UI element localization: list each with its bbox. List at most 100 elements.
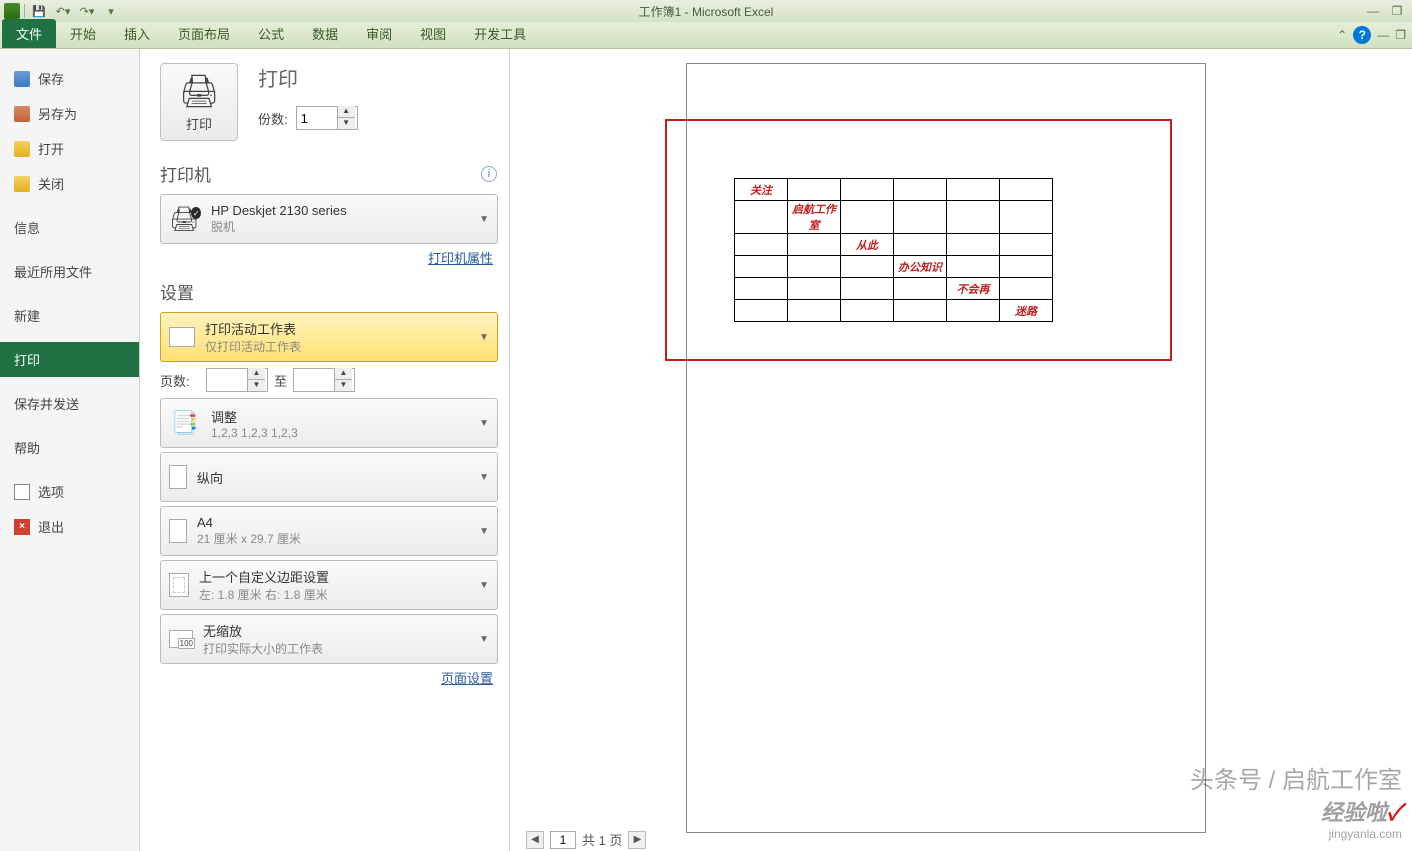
page-setup-link[interactable]: 页面设置 [441, 671, 493, 686]
scaling-dropdown[interactable]: 无缩放 打印实际大小的工作表 ▼ [160, 614, 498, 664]
scale-title: 无缩放 [203, 621, 469, 640]
watermark-line1: 头条号 / 启航工作室 [1190, 760, 1402, 795]
save-icon[interactable]: 💾 [29, 2, 49, 20]
restore-button[interactable]: ❐ [1386, 3, 1408, 19]
margins-icon [169, 573, 189, 597]
qat-customize-icon[interactable]: ▾ [101, 2, 121, 20]
info-icon[interactable]: i [481, 166, 497, 182]
collate-dropdown[interactable]: 调整 1,2,3 1,2,3 1,2,3 ▼ [160, 398, 498, 448]
chevron-down-icon: ▼ [479, 332, 489, 343]
undo-icon[interactable]: ↶▾ [53, 2, 73, 20]
print-what-dropdown[interactable]: 打印活动工作表 仅打印活动工作表 ▼ [160, 312, 498, 362]
printer-properties-link[interactable]: 打印机属性 [428, 251, 493, 266]
ribbon-minimize-icon[interactable]: ⌃ [1337, 28, 1347, 42]
nav-open[interactable]: 打开 [0, 131, 139, 166]
copies-input[interactable] [297, 111, 337, 126]
current-page-input[interactable] [550, 831, 576, 849]
redo-icon[interactable]: ↷▾ [77, 2, 97, 20]
tab-page-layout[interactable]: 页面布局 [164, 19, 244, 48]
nav-options-label: 选项 [38, 482, 64, 501]
tab-developer[interactable]: 开发工具 [460, 19, 540, 48]
chevron-down-icon: ▼ [479, 214, 489, 225]
printer-dropdown[interactable]: ✓ HP Deskjet 2130 series 脱机 ▼ [160, 194, 498, 244]
sheet-icon [169, 327, 195, 347]
pages-to[interactable]: ▲▼ [293, 368, 355, 392]
chevron-down-icon: ▼ [479, 418, 489, 429]
print-what-sub: 仅打印活动工作表 [205, 338, 469, 355]
tab-review[interactable]: 审阅 [352, 19, 406, 48]
cell: 启航工作室 [788, 201, 841, 234]
nav-recent-label: 最近所用文件 [14, 262, 92, 281]
page-total: 共 1 页 [582, 830, 622, 849]
help-icon[interactable]: ? [1353, 26, 1371, 44]
nav-save[interactable]: 保存 [0, 61, 139, 96]
pages-to-input[interactable] [294, 373, 334, 388]
print-title: 打印 [258, 63, 358, 92]
nav-saveas-label: 另存为 [38, 104, 77, 123]
workbook-minimize-icon[interactable]: — [1377, 28, 1389, 42]
next-page-button[interactable]: ▶ [628, 831, 646, 849]
print-button-label: 打印 [186, 114, 212, 133]
nav-save-as[interactable]: 另存为 [0, 96, 139, 131]
print-what-title: 打印活动工作表 [205, 319, 469, 338]
quick-access-toolbar: 💾 ↶▾ ↷▾ ▾ [0, 2, 121, 20]
margins-dropdown[interactable]: 上一个自定义边距设置 左: 1.8 厘米 右: 1.8 厘米 ▼ [160, 560, 498, 610]
copies-label: 份数: [258, 109, 288, 128]
nav-save-label: 保存 [38, 69, 64, 88]
chevron-down-icon: ▼ [479, 526, 489, 537]
settings-section-title: 设置 [160, 279, 497, 304]
pages-from[interactable]: ▲▼ [206, 368, 268, 392]
excel-icon[interactable] [4, 3, 20, 19]
tab-data[interactable]: 数据 [298, 19, 352, 48]
margins-title: 上一个自定义边距设置 [199, 567, 469, 586]
printer-name: HP Deskjet 2130 series [211, 203, 469, 218]
nav-new-label: 新建 [14, 306, 40, 325]
nav-save-send[interactable]: 保存并发送 [0, 386, 139, 421]
save-icon [14, 71, 30, 87]
print-button[interactable]: 🖨 打印 [160, 63, 238, 141]
nav-open-label: 打开 [38, 139, 64, 158]
printer-section-title: 打印机 i [160, 161, 497, 186]
workbook-restore-icon[interactable]: ❐ [1395, 28, 1406, 42]
scale-sub: 打印实际大小的工作表 [203, 640, 469, 657]
margins-sub: 左: 1.8 厘米 右: 1.8 厘米 [199, 586, 469, 603]
nav-new[interactable]: 新建 [0, 298, 139, 333]
tab-home[interactable]: 开始 [56, 19, 110, 48]
nav-help[interactable]: 帮助 [0, 430, 139, 465]
tab-file[interactable]: 文件 [2, 19, 56, 48]
window-controls: — ❐ [1362, 3, 1408, 19]
copies-spinner[interactable]: ▲▼ [296, 106, 358, 130]
watermark: 头条号 / 启航工作室 经验啦✓ jingyanla.com [1190, 760, 1402, 841]
nav-exit[interactable]: ×退出 [0, 509, 139, 544]
nav-info[interactable]: 信息 [0, 210, 139, 245]
nav-savesend-label: 保存并发送 [14, 394, 79, 413]
tab-formulas[interactable]: 公式 [244, 19, 298, 48]
paper-size-dropdown[interactable]: A4 21 厘米 x 29.7 厘米 ▼ [160, 506, 498, 556]
pages-from-input[interactable] [207, 373, 247, 388]
minimize-button[interactable]: — [1362, 3, 1384, 19]
nav-options[interactable]: 选项 [0, 474, 139, 509]
nav-print[interactable]: 打印 [0, 342, 139, 377]
orientation-icon [169, 465, 187, 489]
pages-to-label: 至 [274, 371, 287, 390]
page-navigation: ◀ 共 1 页 ▶ [526, 830, 646, 849]
tab-insert[interactable]: 插入 [110, 19, 164, 48]
tab-view[interactable]: 视图 [406, 19, 460, 48]
nav-exit-label: 退出 [38, 517, 64, 536]
options-icon [14, 484, 30, 500]
preview-table: 关注 启航工作室 从此 办公知识 不会再 迷路 [734, 178, 1053, 322]
nav-recent[interactable]: 最近所用文件 [0, 254, 139, 289]
printer-icon: 🖨 [179, 72, 220, 110]
copies-down[interactable]: ▼ [337, 118, 355, 130]
nav-info-label: 信息 [14, 218, 40, 237]
orientation-dropdown[interactable]: 纵向 ▼ [160, 452, 498, 502]
paper-icon [169, 519, 187, 543]
copies-up[interactable]: ▲ [337, 106, 355, 118]
ribbon-tabs: 文件 开始 插入 页面布局 公式 数据 审阅 视图 开发工具 ⌃ ? — ❐ [0, 22, 1412, 49]
paper-title: A4 [197, 515, 469, 530]
cell: 从此 [841, 234, 894, 256]
paper-sub: 21 厘米 x 29.7 厘米 [197, 530, 469, 547]
nav-close[interactable]: 关闭 [0, 166, 139, 201]
prev-page-button[interactable]: ◀ [526, 831, 544, 849]
cell: 迷路 [1000, 300, 1053, 322]
